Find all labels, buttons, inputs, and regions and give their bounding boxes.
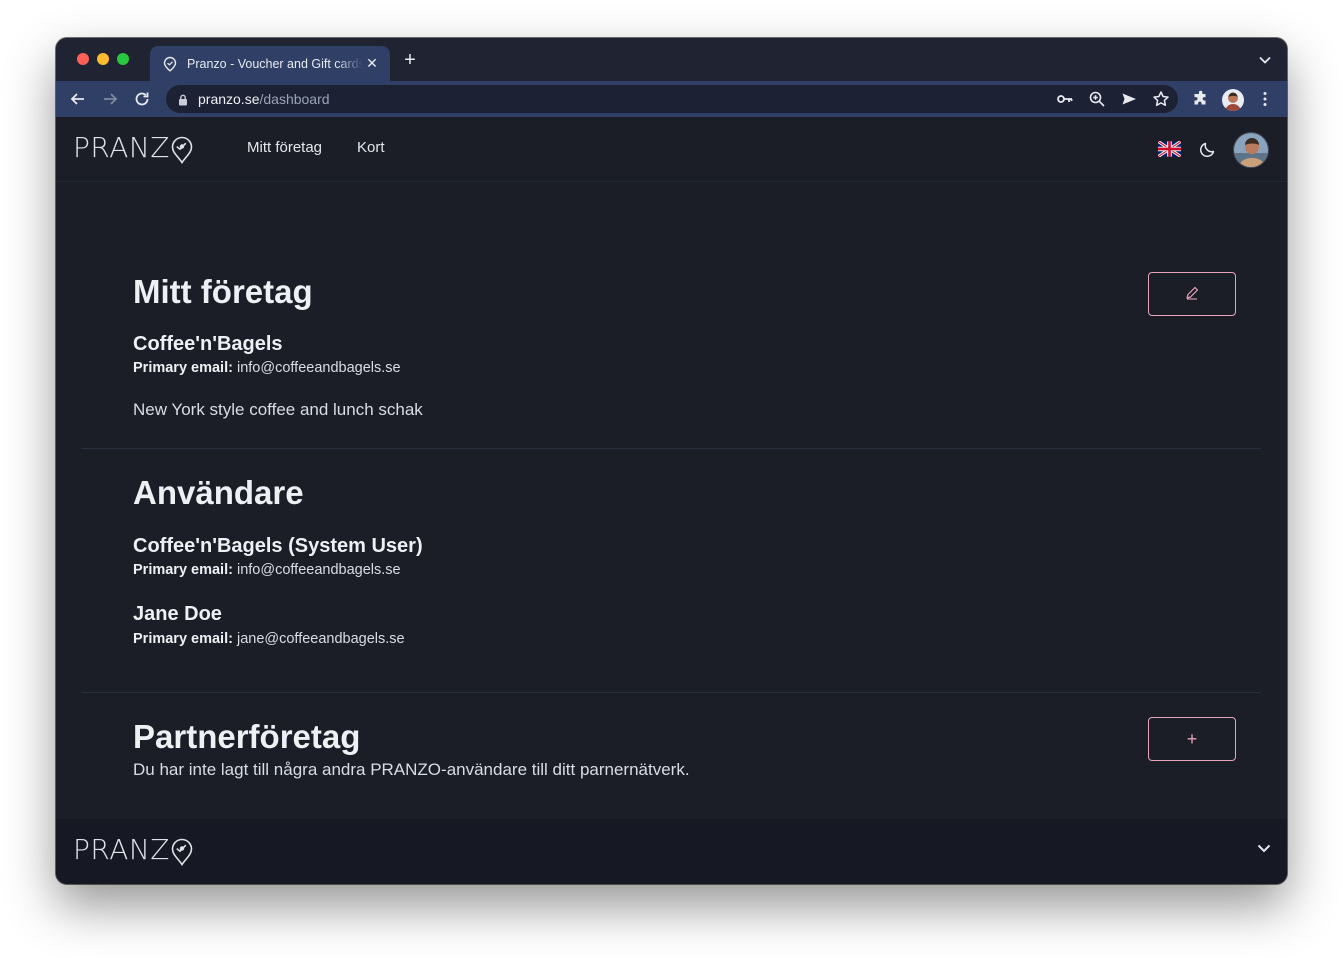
- forward-icon[interactable]: [101, 90, 119, 108]
- back-icon[interactable]: [69, 90, 87, 108]
- user-avatar[interactable]: [1233, 132, 1269, 168]
- lock-icon[interactable]: [178, 93, 188, 111]
- send-icon[interactable]: [1120, 90, 1138, 108]
- reload-icon[interactable]: [133, 90, 151, 108]
- tab-strip: Pranzo - Voucher and Gift cards ✕ +: [56, 38, 1287, 81]
- zoom-icon[interactable]: [1088, 90, 1106, 108]
- pencil-icon: [1185, 286, 1199, 303]
- section-divider: [82, 448, 1261, 449]
- tab-list-icon[interactable]: [1257, 53, 1273, 67]
- users-section-title: Användare: [133, 474, 304, 511]
- logo-pin-icon: [171, 838, 193, 871]
- url-text: pranzo.se/dashboard: [198, 91, 330, 107]
- browser-window: Pranzo - Voucher and Gift cards ✕ + pran…: [56, 38, 1287, 884]
- user-email: Primary email: info@coffeeandbagels.se: [133, 562, 401, 578]
- company-email: Primary email: info@coffeeandbagels.se: [133, 360, 401, 376]
- partners-empty-text: Du har inte lagt till några andra PRANZO…: [133, 760, 690, 779]
- pranzo-favicon-icon: [162, 56, 178, 72]
- dark-mode-icon[interactable]: [1199, 140, 1217, 158]
- section-divider: [82, 692, 1261, 693]
- close-icon[interactable]: ✕: [364, 55, 380, 71]
- browser-toolbar: pranzo.se/dashboard: [56, 81, 1287, 117]
- site-header: PRANZ Mitt företag Kort: [56, 117, 1287, 182]
- plus-icon: +: [1186, 729, 1198, 749]
- minimize-window-button[interactable]: [97, 53, 109, 65]
- pranzo-logo[interactable]: PRANZ: [73, 835, 193, 871]
- key-icon[interactable]: [1056, 90, 1074, 108]
- active-tab[interactable]: Pranzo - Voucher and Gift cards ✕: [150, 46, 390, 81]
- company-section-title: Mitt företag: [133, 273, 313, 310]
- main-nav: Mitt företag Kort: [247, 139, 385, 156]
- partners-section-title: Partnerföretag: [133, 718, 361, 755]
- star-icon[interactable]: [1152, 90, 1170, 108]
- profile-avatar[interactable]: [1222, 89, 1244, 111]
- new-tab-icon[interactable]: +: [401, 50, 419, 70]
- logo-text: PRANZ: [73, 131, 170, 164]
- nav-mitt-foretag[interactable]: Mitt företag: [247, 139, 322, 156]
- company-description: New York style coffee and lunch schak: [133, 400, 423, 419]
- nav-kort[interactable]: Kort: [357, 139, 385, 156]
- user-email: Primary email: jane@coffeeandbagels.se: [133, 631, 405, 647]
- add-partner-button[interactable]: +: [1148, 717, 1236, 761]
- logo-text: PRANZ: [73, 833, 170, 866]
- chevron-down-icon[interactable]: [1255, 839, 1273, 857]
- page: PRANZ Mitt företag Kort Mitt företag Cof…: [56, 117, 1287, 884]
- close-window-button[interactable]: [77, 53, 89, 65]
- address-bar[interactable]: pranzo.se/dashboard: [166, 85, 1178, 113]
- uk-flag-icon[interactable]: [1157, 140, 1182, 158]
- tab-title: Pranzo - Voucher and Gift cards: [187, 56, 363, 71]
- site-footer: PRANZ: [56, 819, 1287, 884]
- pranzo-logo[interactable]: PRANZ: [73, 133, 193, 169]
- edit-company-button[interactable]: [1148, 272, 1236, 316]
- user-name: Jane Doe: [133, 603, 222, 625]
- company-name: Coffee'n'Bagels: [133, 333, 283, 355]
- window-controls: [77, 53, 129, 65]
- user-name: Coffee'n'Bagels (System User): [133, 535, 423, 557]
- maximize-window-button[interactable]: [117, 53, 129, 65]
- kebab-menu-icon[interactable]: [1256, 90, 1274, 108]
- logo-pin-icon: [171, 136, 193, 169]
- extensions-icon[interactable]: [1192, 90, 1210, 108]
